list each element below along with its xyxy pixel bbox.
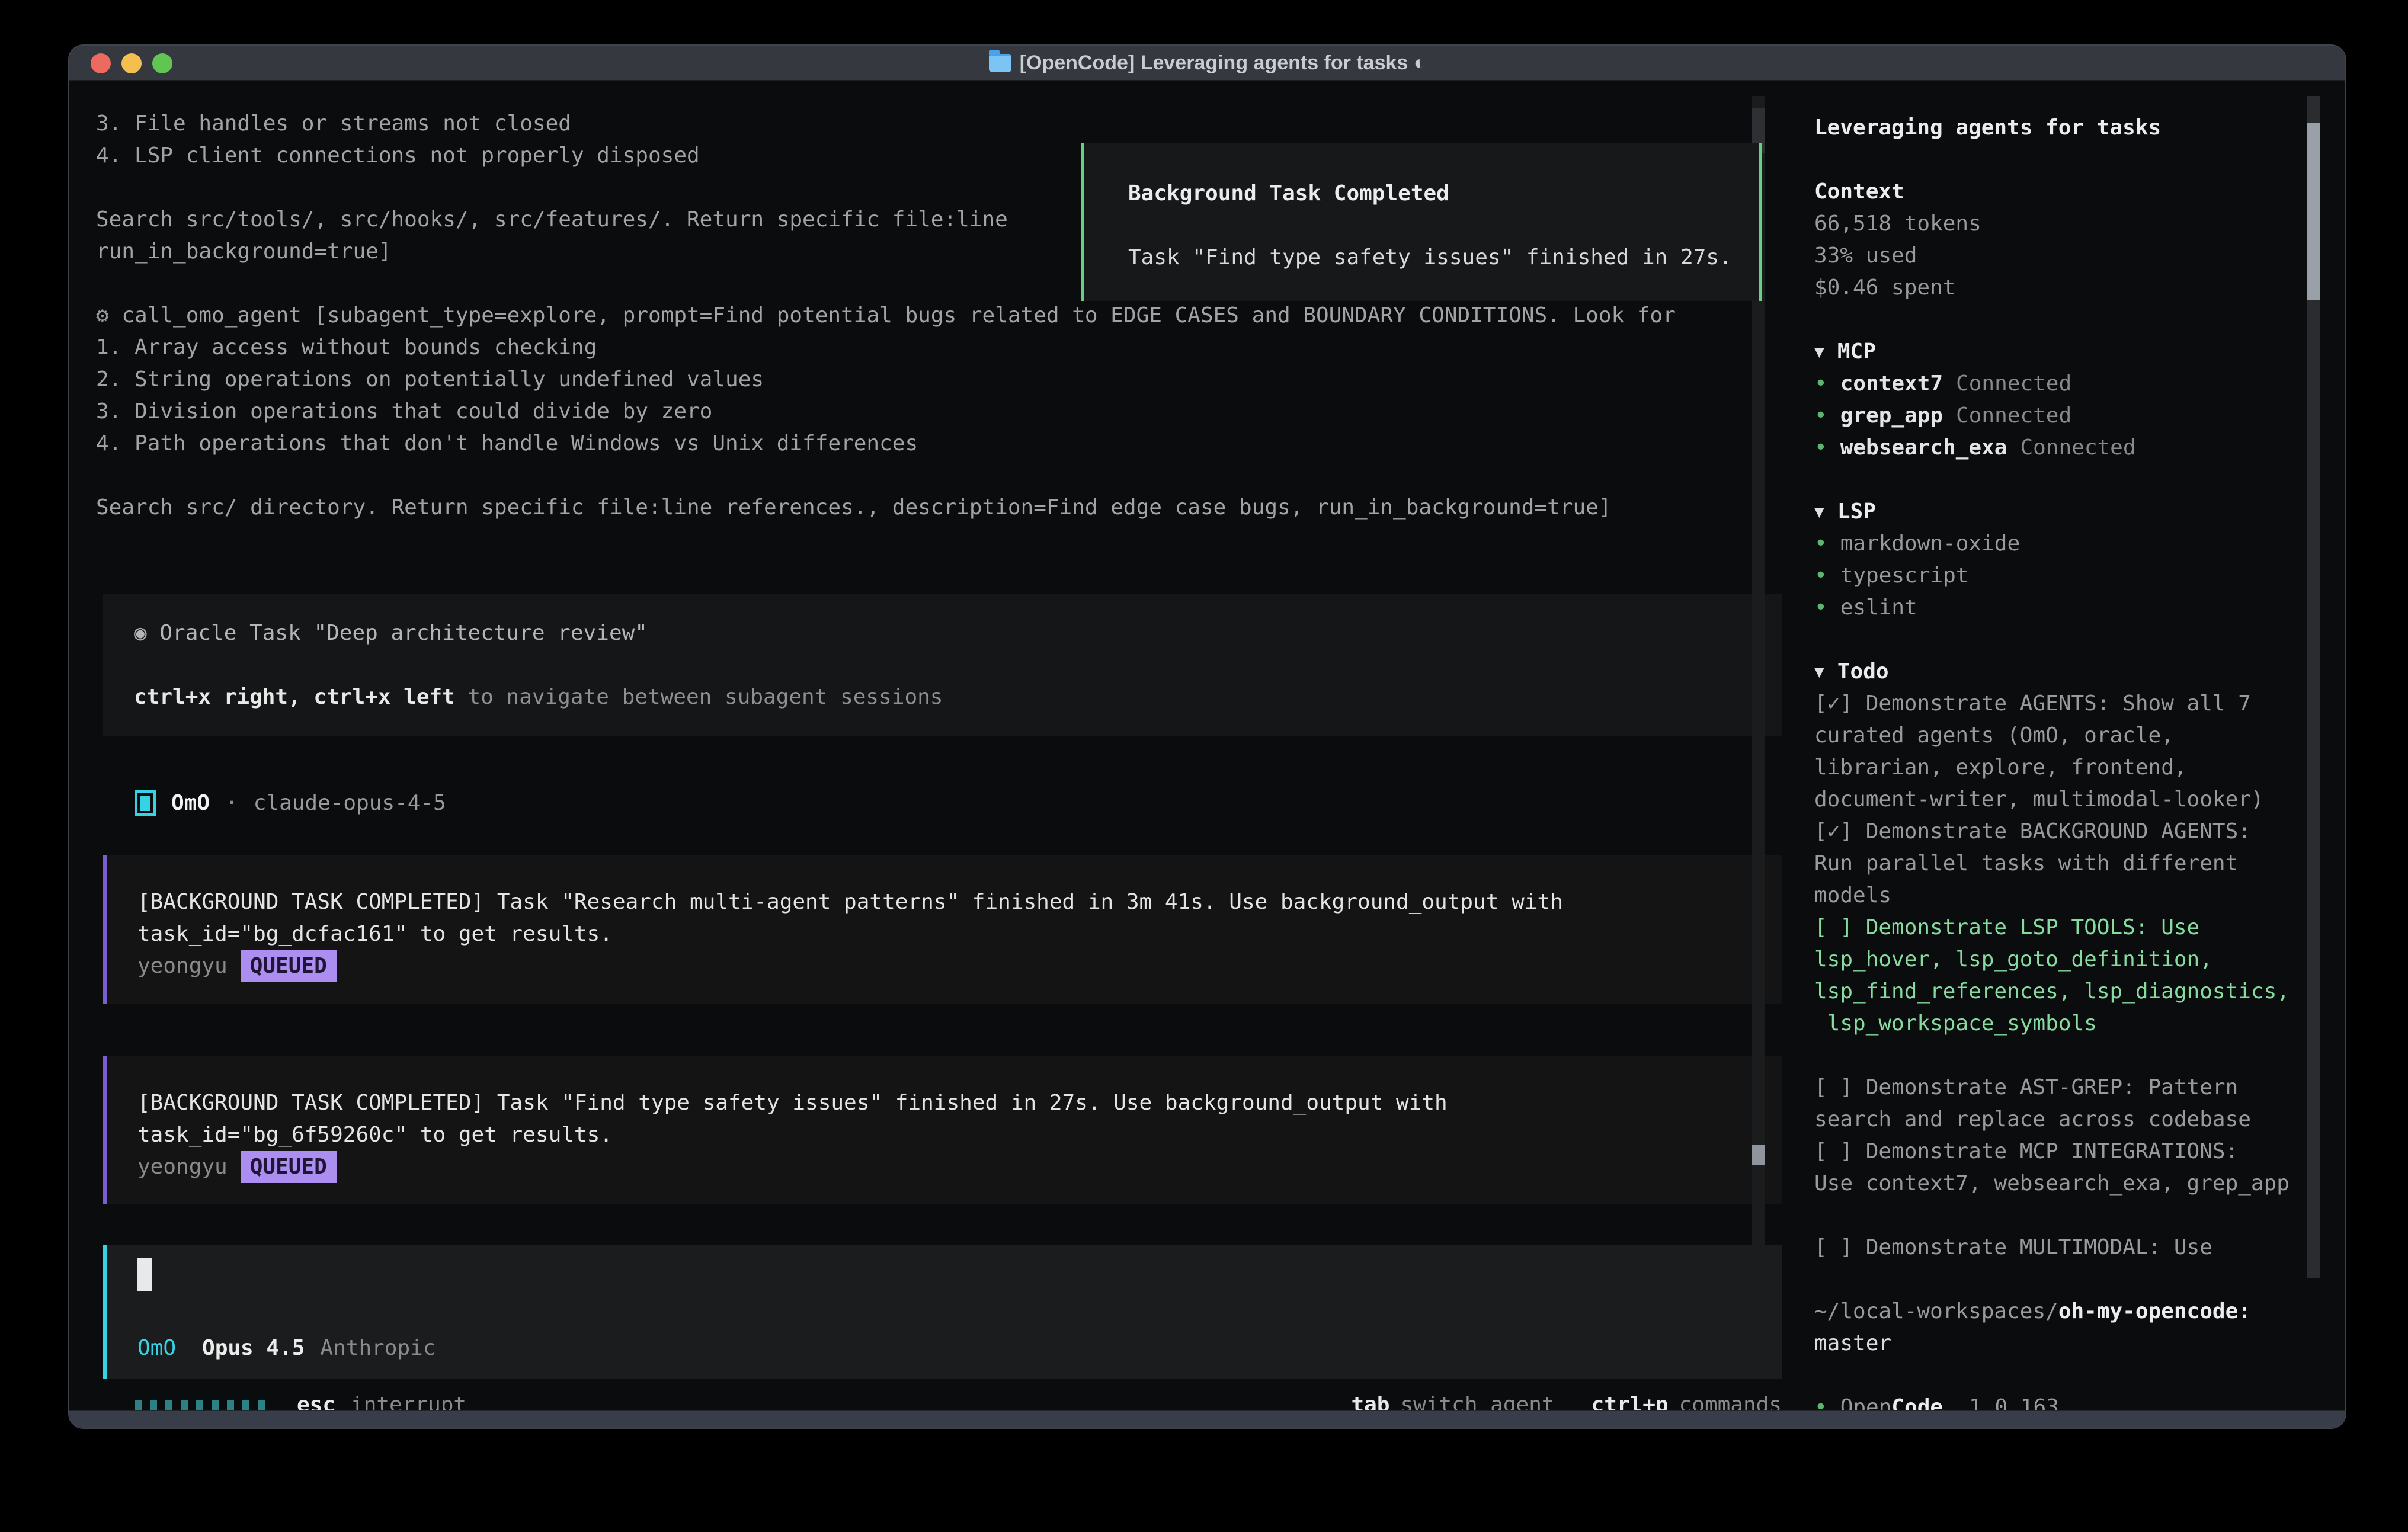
session-title: Leveraging agents for tasks <box>1814 112 2321 144</box>
lsp-item: • markdown-oxide <box>1814 528 2321 560</box>
chat-scrollbar-thumb[interactable] <box>1752 1145 1765 1165</box>
green-dot-icon: • <box>1814 528 1827 560</box>
minimize-button[interactable] <box>121 53 142 73</box>
mcp-section-toggle[interactable]: ▼ MCP <box>1814 336 2321 368</box>
notification-title: Background Task Completed <box>1128 178 1759 210</box>
todo-heading: Todo <box>1837 656 1889 688</box>
agent-model: claude-opus-4-5 <box>254 787 446 819</box>
context-heading: Context <box>1814 176 2321 208</box>
todo-section-toggle[interactable]: ▼ Todo <box>1814 656 2321 688</box>
mcp-item: • websearch_exa Connected <box>1814 432 2321 464</box>
opencode-window: [OpenCode] Leveraging agents for tasks ◐… <box>68 44 2346 1429</box>
todo-item-done: [✓] Demonstrate BACKGROUND AGENTS: Run p… <box>1814 816 2295 912</box>
text-cursor <box>137 1258 152 1291</box>
task-message: [BACKGROUND TASK COMPLETED] Task "Resear… <box>137 886 1758 950</box>
chevron-down-icon: ▼ <box>1814 496 1824 528</box>
task-message: [BACKGROUND TASK COMPLETED] Task "Find t… <box>137 1087 1758 1151</box>
workspace-path: ~/local-workspaces/oh-my-opencode:master <box>1814 1296 2295 1360</box>
toast-notification[interactable]: Background Task Completed Task "Find typ… <box>1081 143 1762 301</box>
background-task-card[interactable]: [BACKGROUND TASK COMPLETED] Task "Resear… <box>103 855 1782 1004</box>
record-icon: ◉ <box>134 621 159 645</box>
chevron-down-icon: ▼ <box>1814 656 1824 688</box>
window-title-wrap: [OpenCode] Leveraging agents for tasks ◐ <box>989 47 1426 79</box>
green-dot-icon: • <box>1814 368 1827 400</box>
mcp-status: Connected <box>1956 400 2071 432</box>
context-tokens: 66,518 tokens <box>1814 208 2295 240</box>
queued-badge: QUEUED <box>241 950 337 982</box>
active-agent-label: OmO <box>137 1332 176 1364</box>
model-version-label: Opus 4.5 <box>202 1332 305 1364</box>
sidebar: Leveraging agents for tasks Context 66,5… <box>1814 81 2321 1414</box>
agent-separator: · <box>225 787 238 819</box>
background-task-card[interactable]: [BACKGROUND TASK COMPLETED] Task "Find t… <box>103 1056 1782 1204</box>
todo-item-active: [ ] Demonstrate LSP TOOLS: Use lsp_hover… <box>1814 912 2295 1040</box>
mcp-status: Connected <box>1956 368 2071 400</box>
context-used: 33% used <box>1814 240 2295 272</box>
oracle-task-title: ◉ Oracle Task "Deep architecture review" <box>134 617 1758 649</box>
spinner-dots-icon <box>135 1400 265 1410</box>
todo-item-pending: [ ] Demonstrate AST-GREP: Pattern search… <box>1814 1072 2295 1136</box>
git-branch: master <box>1814 1331 1891 1355</box>
window-bottom-frame <box>69 1410 2345 1428</box>
queued-badge: QUEUED <box>241 1151 337 1183</box>
model-provider-label: Anthropic <box>320 1332 436 1364</box>
model-status-line: OmO Opus 4.5 Anthropic <box>137 1332 1758 1364</box>
mcp-heading: MCP <box>1837 336 1876 368</box>
tool-call-text: call_omo_agent [subagent_type=explore, p… <box>96 303 1676 520</box>
mcp-item: • context7 Connected <box>1814 368 2321 400</box>
hint-text: to navigate between subagent sessions <box>455 685 943 709</box>
traffic-lights <box>91 53 172 73</box>
mcp-status: Connected <box>2020 432 2135 464</box>
task-user: yeongyu <box>137 950 228 982</box>
todo-item-pending: [ ] Demonstrate MCP INTEGRATIONS: Use co… <box>1814 1136 2295 1200</box>
context-spent: $0.46 spent <box>1814 272 2295 304</box>
agent-header: OmO · claude-opus-4-5 <box>135 787 1782 819</box>
task-user: yeongyu <box>137 1151 228 1183</box>
todo-item-done: [✓] Demonstrate AGENTS: Show all 7 curat… <box>1814 688 2295 816</box>
lsp-section-toggle[interactable]: ▼ LSP <box>1814 496 2321 528</box>
notification-body: Task "Find type safety issues" finished … <box>1128 242 1759 274</box>
zoom-button[interactable] <box>152 53 172 73</box>
green-dot-icon: • <box>1814 432 1827 464</box>
agent-name: OmO <box>171 787 210 819</box>
tool-call-message: ⚙ call_omo_agent [subagent_type=explore,… <box>96 300 1782 524</box>
screen: [OpenCode] Leveraging agents for tasks ◐… <box>0 0 2408 1532</box>
oracle-navigation-hint: ctrl+x right, ctrl+x left to navigate be… <box>134 681 1758 713</box>
green-dot-icon: • <box>1814 592 1827 624</box>
mcp-item: • grep_app Connected <box>1814 400 2321 432</box>
green-dot-icon: • <box>1814 400 1827 432</box>
todo-item-pending: [ ] Demonstrate MULTIMODAL: Use <box>1814 1232 2295 1264</box>
window-title: [OpenCode] Leveraging agents for tasks ◐ <box>1020 47 1426 79</box>
hint-keys: ctrl+x right, ctrl+x left <box>134 685 455 709</box>
lsp-item: • typescript <box>1814 560 2321 592</box>
sidebar-scrollbar[interactable] <box>2307 96 2320 1278</box>
folder-icon <box>989 54 1011 72</box>
titlebar: [OpenCode] Leveraging agents for tasks ◐ <box>69 46 2345 81</box>
omo-agent-icon <box>135 790 156 816</box>
chevron-down-icon: ▼ <box>1814 336 1824 368</box>
green-dot-icon: • <box>1814 560 1827 592</box>
oracle-task-card[interactable]: ◉ Oracle Task "Deep architecture review"… <box>103 594 1782 736</box>
gear-icon: ⚙ <box>96 303 121 328</box>
lsp-item: • eslint <box>1814 592 2321 624</box>
close-button[interactable] <box>91 53 111 73</box>
lsp-heading: LSP <box>1837 496 1876 528</box>
prompt-input[interactable]: OmO Opus 4.5 Anthropic <box>103 1245 1782 1379</box>
sidebar-scrollbar-thumb[interactable] <box>2307 123 2320 300</box>
